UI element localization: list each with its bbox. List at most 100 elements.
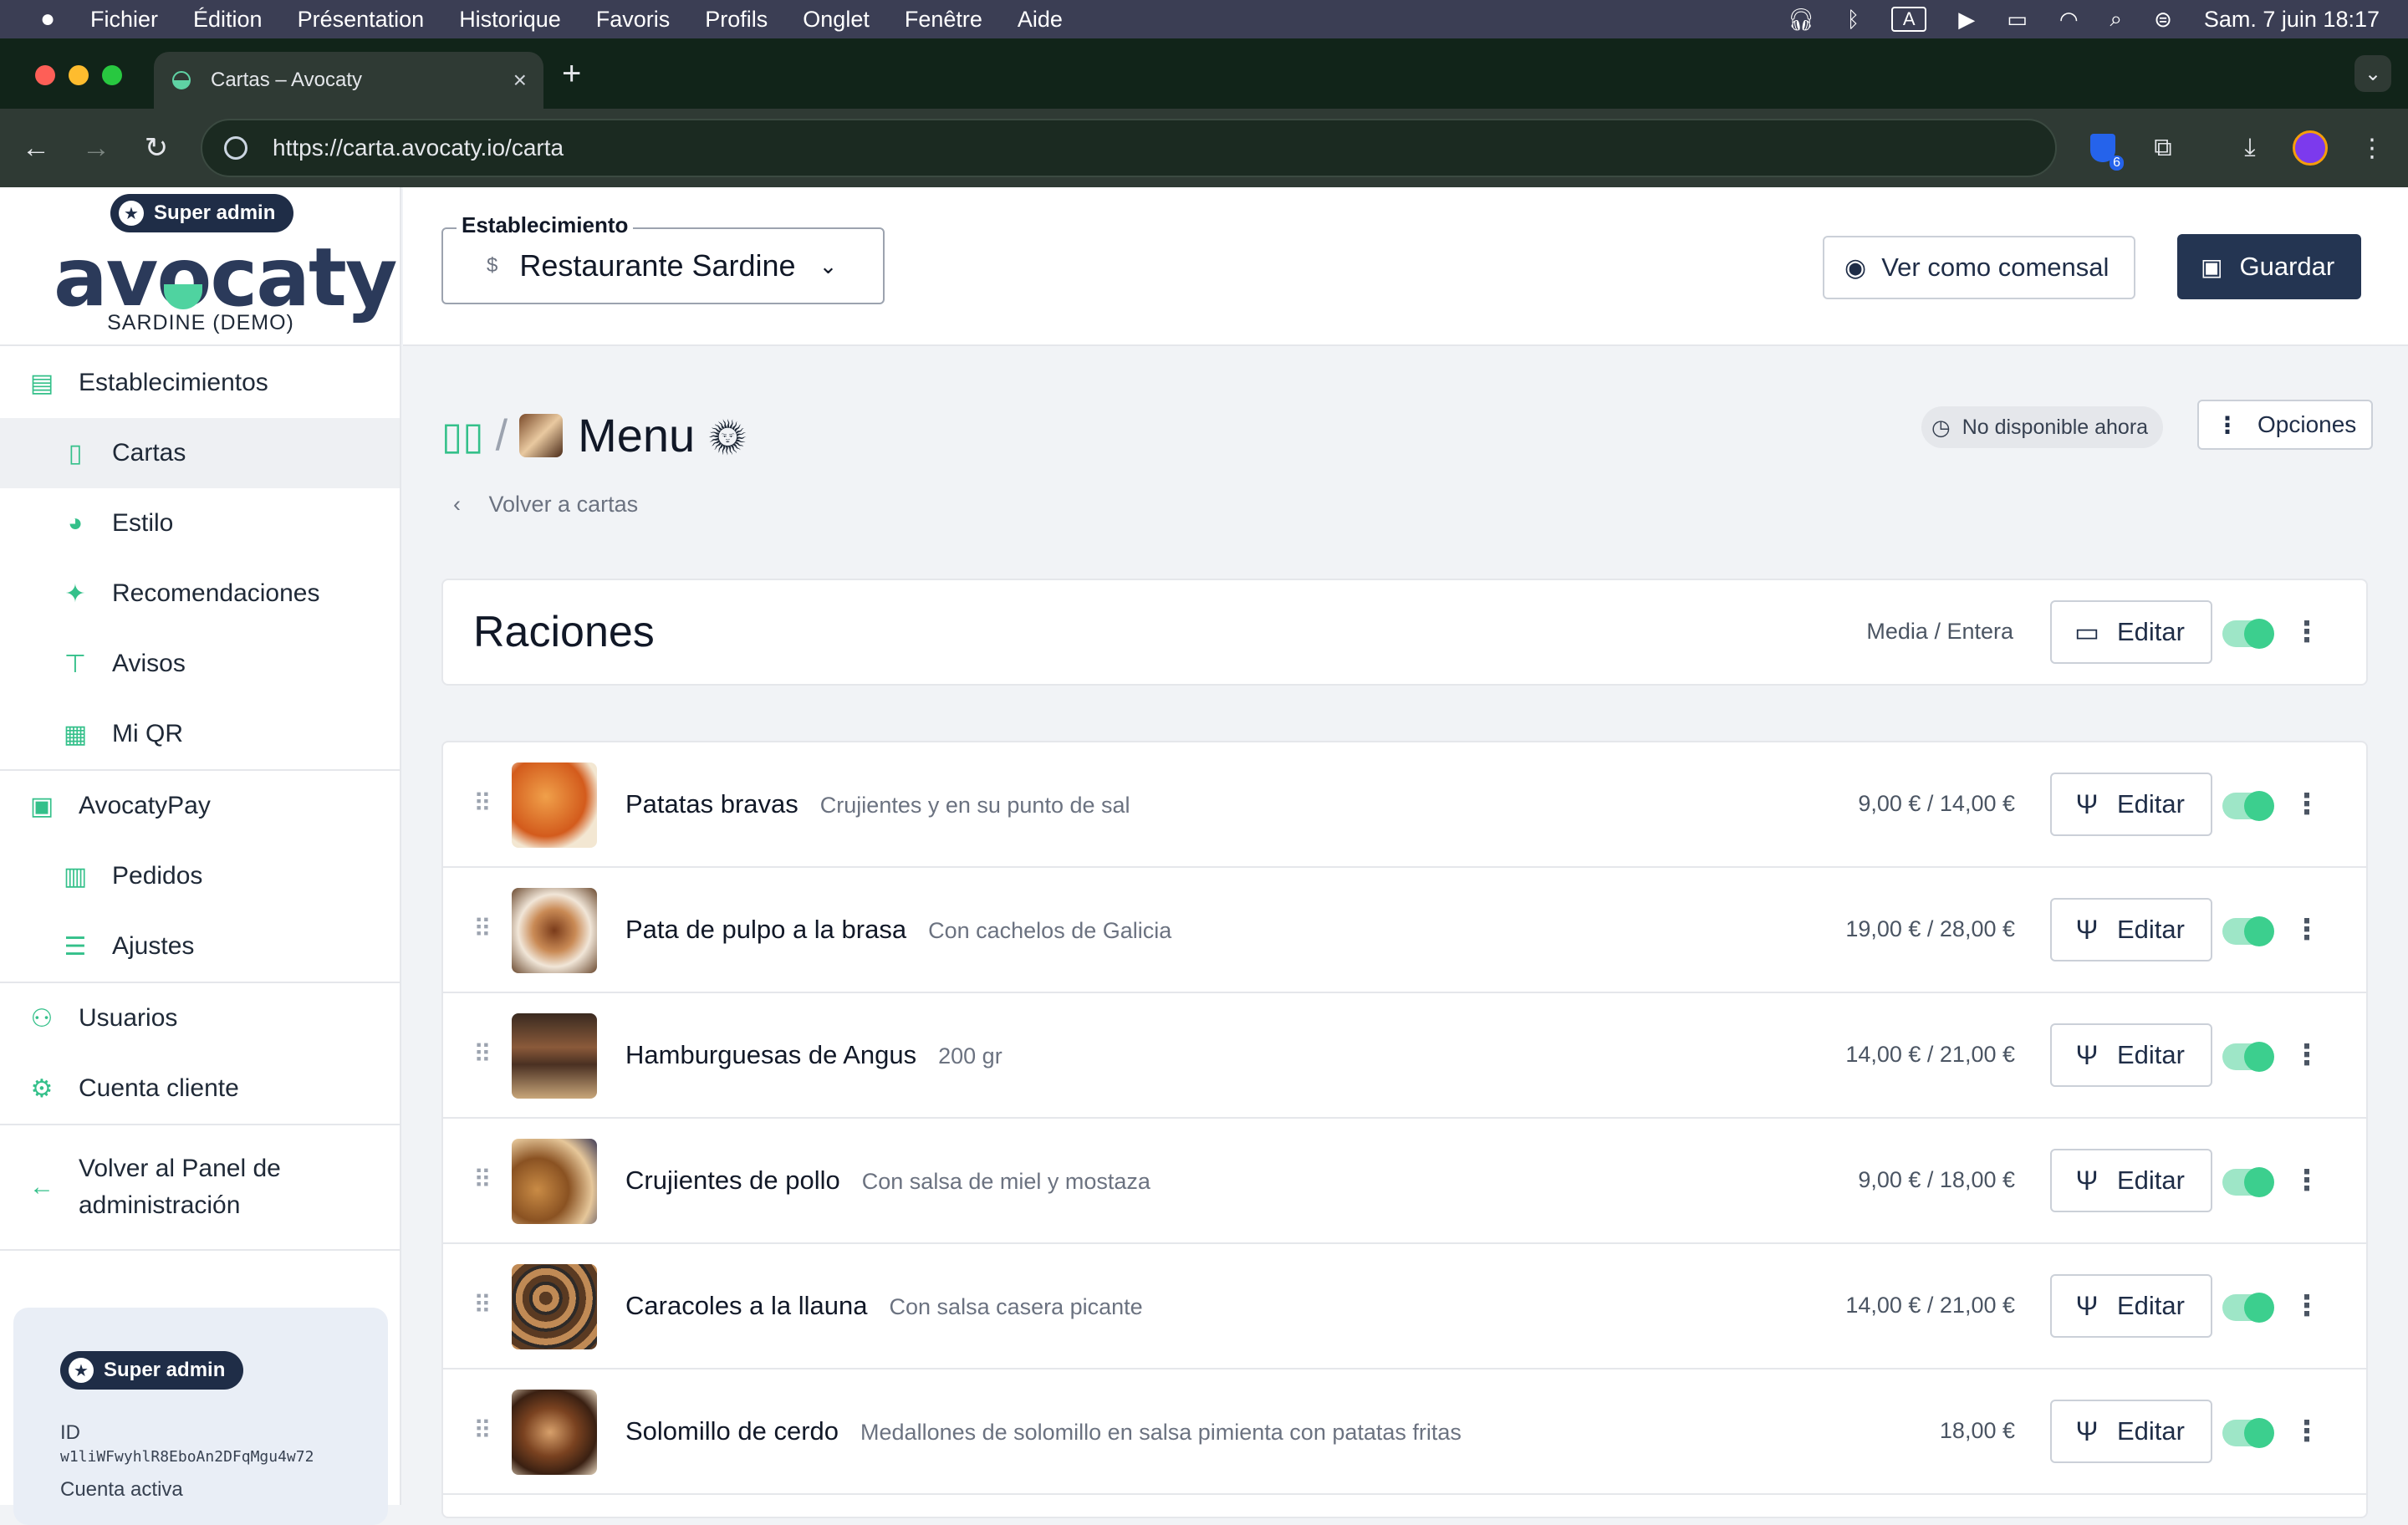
item-thumbnail [512, 1390, 597, 1475]
menu-onglet[interactable]: Onglet [803, 7, 870, 33]
section-visibility-toggle[interactable] [2222, 619, 2274, 649]
edit-section-button[interactable]: ▭ Editar [2050, 600, 2212, 664]
drag-handle-icon[interactable]: ⠿ [473, 1040, 492, 1069]
sidebar-item-usuarios[interactable]: ⚇ Usuarios [0, 983, 400, 1053]
chrome-menu-icon[interactable]: ⋮ [2351, 127, 2393, 169]
menu-edition[interactable]: Édition [193, 7, 263, 33]
item-kebab-icon[interactable]: ⋮ [2293, 1164, 2321, 1197]
list-item[interactable]: ⠿ Patatas bravas Crujientes y en su punto… [443, 742, 2366, 868]
sidebar-item-establecimientos[interactable]: ▤ Establecimientos [0, 348, 400, 418]
browser-tab[interactable]: Cartas – Avocaty × [154, 52, 543, 109]
menubar-clock[interactable]: Sam. 7 juin 18:17 [2204, 7, 2380, 33]
item-kebab-icon[interactable]: ⋮ [2293, 913, 2321, 946]
options-button[interactable]: ⋮ Opciones [2197, 400, 2374, 450]
sidebar-item-avisos[interactable]: ⊤ Avisos [0, 629, 400, 699]
menu-favoris[interactable]: Favoris [596, 7, 671, 33]
window-zoom-button[interactable] [102, 65, 122, 85]
sidebar-item-ajustes[interactable]: ☰ Ajustes [0, 911, 400, 982]
item-visibility-toggle[interactable] [2222, 1418, 2274, 1448]
sidebar-item-recomendaciones[interactable]: ✦ Recomendaciones [0, 558, 400, 629]
item-name-text: Hamburguesas de Angus [625, 1040, 917, 1069]
headphones-icon[interactable]: 🎧︎ [1788, 7, 1815, 33]
item-name: Hamburguesas de Angus 200 gr [625, 1040, 1002, 1070]
item-visibility-toggle[interactable] [2222, 1042, 2274, 1072]
item-description: Medallones de solomillo en salsa pimient… [860, 1420, 1462, 1445]
window-close-button[interactable] [35, 65, 55, 85]
list-item[interactable]: ⠿ Hamburguesas de Angus 200 gr 14,00 € / … [443, 993, 2366, 1119]
menu-fenetre[interactable]: Fenêtre [905, 7, 982, 33]
section-kebab-icon[interactable]: ⋮ [2293, 615, 2321, 649]
bluetooth-icon[interactable]: ᛒ [1847, 7, 1860, 33]
sidebar-item-estilo[interactable]: ◕ Estilo [0, 488, 400, 558]
drag-handle-icon[interactable]: ⠿ [473, 1416, 492, 1446]
apple-menu-icon[interactable]: ● [33, 5, 62, 33]
drag-handle-icon[interactable]: ⠿ [473, 789, 492, 819]
site-info-icon[interactable] [224, 136, 247, 160]
view-as-diner-button[interactable]: ◉ Ver como comensal [1823, 236, 2136, 299]
search-icon[interactable]: ⌕ [2110, 6, 2123, 33]
item-visibility-toggle[interactable] [2222, 791, 2274, 821]
menu-presentation[interactable]: Présentation [298, 7, 425, 33]
battery-icon[interactable]: ▭ [2007, 7, 2028, 33]
sidebar-item-mi-qr[interactable]: ▦ Mi QR [0, 699, 400, 769]
item-kebab-icon[interactable]: ⋮ [2293, 1415, 2321, 1448]
drag-handle-icon[interactable]: ⠿ [473, 1165, 492, 1195]
back-link-label: Volver a cartas [488, 492, 639, 517]
edit-item-button[interactable]: Ψ Editar [2050, 1274, 2212, 1338]
profile-avatar[interactable] [2293, 130, 2328, 166]
keyboard-input-icon[interactable]: A [1891, 7, 1927, 32]
sidebar-item-avocatypay[interactable]: ▣ AvocatyPay [0, 771, 400, 841]
item-visibility-toggle[interactable] [2222, 916, 2274, 946]
play-icon[interactable]: ▶ [1958, 7, 1975, 33]
menu-historique[interactable]: Historique [459, 7, 561, 33]
wifi-icon[interactable]: ◠ [2059, 7, 2079, 33]
download-icon[interactable]: ⤓ [2229, 127, 2271, 169]
edit-item-button[interactable]: Ψ Editar [2050, 1400, 2212, 1463]
edit-item-button[interactable]: Ψ Editar [2050, 898, 2212, 961]
sidebar-item-pedidos[interactable]: ▥ Pedidos [0, 841, 400, 911]
fork-knife-icon: Ψ [2075, 914, 2099, 945]
drag-handle-icon[interactable]: ⠿ [473, 915, 492, 944]
tab-search-chevron-icon[interactable]: ⌄ [2354, 55, 2391, 92]
open-book-icon[interactable]: ▯▯ [441, 413, 484, 458]
menu-profils[interactable]: Profils [705, 7, 768, 33]
list-item[interactable]: ⠿ Solomillo de cerdo Medallones de solomi… [443, 1369, 2366, 1495]
list-item[interactable]: ⠿ Crujientes de pollo Con salsa de miel y… [443, 1119, 2366, 1244]
drag-handle-icon[interactable]: ⠿ [473, 1291, 492, 1320]
sidebar-item-volver-panel[interactable]: ← Volver al Panel de administración [0, 1125, 400, 1249]
item-visibility-toggle[interactable] [2222, 1293, 2274, 1323]
extensions-puzzle-icon[interactable]: ⧉ [2142, 127, 2184, 169]
address-bar[interactable]: https://carta.avocaty.io/carta [201, 119, 2057, 177]
edit-item-button[interactable]: Ψ Editar [2050, 1023, 2212, 1087]
new-tab-button[interactable]: + [562, 55, 581, 93]
back-to-cartas-link[interactable]: ‹ Volver a cartas [453, 492, 638, 518]
edit-item-button[interactable]: Ψ Editar [2050, 1149, 2212, 1212]
back-arrow-icon[interactable]: ← [17, 129, 55, 167]
control-center-icon[interactable]: ⊜ [2154, 7, 2172, 33]
menu-aide[interactable]: Aide [1018, 7, 1063, 33]
edit-item-button[interactable]: Ψ Editar [2050, 773, 2212, 836]
sidebar-item-cartas[interactable]: ▯ Cartas [0, 418, 400, 488]
list-item[interactable]: ⠿ Pata de pulpo a la brasa Con cachelos d… [443, 868, 2366, 993]
establishment-select[interactable]: Establecimiento $ Restaurante Sardine ⌄ [441, 212, 885, 304]
item-name: Caracoles a la llauna Con salsa casera pi… [625, 1291, 1143, 1321]
save-button[interactable]: ▣ Guardar [2177, 234, 2362, 299]
reload-icon[interactable]: ↻ [137, 129, 176, 167]
item-kebab-icon[interactable]: ⋮ [2293, 1289, 2321, 1323]
sidebar-divider [0, 1249, 400, 1251]
tab-close-icon[interactable]: × [513, 67, 527, 94]
list-item[interactable]: ⠿ Caracoles a la llauna Con salsa casera … [443, 1244, 2366, 1369]
item-kebab-icon[interactable]: ⋮ [2293, 1038, 2321, 1072]
sidebar-item-label: Usuarios [79, 1004, 178, 1032]
toggle-knob [2244, 1042, 2274, 1072]
item-kebab-icon[interactable]: ⋮ [2293, 788, 2321, 821]
forward-arrow-icon[interactable]: → [77, 129, 115, 167]
arrow-left-icon: ← [29, 1173, 54, 1201]
menu-fichier[interactable]: Fichier [90, 7, 158, 33]
section-variants: Media / Entera [1866, 619, 2013, 644]
item-visibility-toggle[interactable] [2222, 1167, 2274, 1197]
item-price: 9,00 € / 18,00 € [1858, 1167, 2015, 1192]
window-minimize-button[interactable] [69, 65, 89, 85]
sidebar-item-cuenta-cliente[interactable]: ⚙ Cuenta cliente [0, 1053, 400, 1124]
bitwarden-extension-icon[interactable]: 6 [2082, 127, 2124, 171]
